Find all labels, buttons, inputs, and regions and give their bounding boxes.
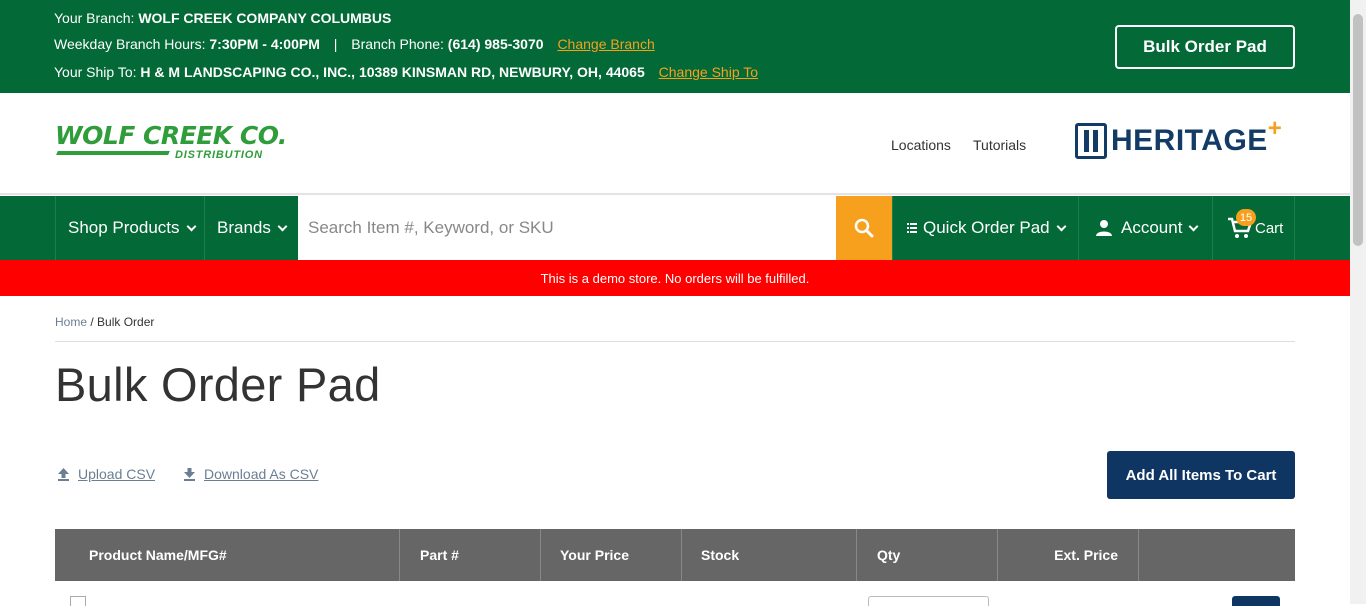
breadcrumb: Home / Bulk Order — [55, 315, 154, 329]
row-action-button[interactable] — [1232, 596, 1280, 606]
quick-order-label: Quick Order Pad — [923, 218, 1050, 237]
chevron-down-icon — [1056, 221, 1067, 231]
hours-line: Weekday Branch Hours: 7:30PM - 4:00PM | … — [54, 36, 655, 52]
branch-name: WOLF CREEK COMPANY COLUMBUS — [138, 10, 392, 26]
column-header: Stock — [682, 529, 857, 581]
download-csv-link[interactable]: Download As CSV — [183, 466, 318, 482]
upload-csv-label: Upload CSV — [78, 466, 156, 482]
change-ship-to-link[interactable]: Change Ship To — [659, 64, 758, 80]
quantity-stepper[interactable] — [868, 596, 989, 606]
tutorials-link[interactable]: Tutorials — [973, 137, 1026, 153]
search-button[interactable] — [836, 196, 892, 260]
search-icon — [854, 218, 874, 238]
add-all-to-cart-button[interactable]: Add All Items To Cart — [1107, 451, 1295, 499]
list-icon — [907, 223, 917, 233]
heritage-plus: + — [1267, 115, 1282, 142]
column-header: Ext. Price — [998, 529, 1139, 581]
chevron-down-icon — [1188, 221, 1199, 231]
change-branch-link[interactable]: Change Branch — [557, 36, 654, 52]
page-scrollbar[interactable] — [1350, 0, 1366, 604]
locations-link[interactable]: Locations — [891, 137, 951, 153]
phone-label: Branch Phone: — [351, 36, 444, 52]
phone-value: (614) 985-3070 — [447, 36, 544, 52]
product-image-icon — [70, 596, 86, 606]
wolf-creek-logo[interactable]: WOLF CREEK CO. DISTRIBUTION — [55, 121, 287, 162]
branch-label: Your Branch: — [54, 10, 135, 26]
user-icon — [1096, 220, 1112, 236]
upload-csv-link[interactable]: Upload CSV — [57, 466, 155, 482]
column-header: Your Price — [541, 529, 682, 581]
quick-order-pad-menu[interactable]: Quick Order Pad — [892, 196, 1079, 260]
page-title: Bulk Order Pad — [55, 358, 381, 411]
search-input[interactable] — [298, 196, 836, 260]
account-menu[interactable]: Account — [1078, 196, 1213, 260]
download-csv-label: Download As CSV — [204, 466, 319, 482]
heritage-h-icon — [1075, 123, 1107, 159]
cart-label: Cart — [1255, 219, 1284, 237]
column-header: Qty — [857, 529, 998, 581]
table-header: Product Name/MFG# Part # Your Price Stoc… — [55, 529, 1295, 581]
cart-button[interactable]: Cart — [1212, 196, 1295, 260]
chevron-down-icon — [186, 221, 196, 231]
column-header: Part # — [400, 529, 541, 581]
ship-value: H & M LANDSCAPING CO., INC., 10389 KINSM… — [140, 64, 645, 80]
hours-value: 7:30PM - 4:00PM — [209, 36, 320, 52]
demo-store-notice: This is a demo store. No orders will be … — [0, 260, 1350, 296]
heritage-logo: HERITAGE + — [1075, 115, 1282, 159]
breadcrumb-home-link[interactable]: Home — [55, 315, 87, 329]
divider — [55, 341, 1295, 342]
logo-name: WOLF CREEK CO. — [55, 121, 287, 150]
logo-sub: DISTRIBUTION — [175, 149, 263, 161]
ship-label: Your Ship To: — [54, 64, 137, 80]
brands-menu[interactable]: Brands — [204, 196, 298, 260]
upload-icon — [58, 468, 69, 481]
scrollbar-thumb[interactable] — [1353, 14, 1363, 246]
separator: | — [333, 36, 338, 52]
breadcrumb-separator: / — [90, 315, 94, 329]
logo-stripe — [56, 151, 170, 155]
main-nav: Shop Products Brands Quick Order Pad Acc… — [0, 196, 1350, 260]
breadcrumb-current: Bulk Order — [97, 315, 155, 329]
account-label: Account — [1121, 218, 1183, 237]
heritage-word: HERITAGE — [1111, 124, 1268, 157]
bulk-order-pad-button[interactable]: Bulk Order Pad — [1115, 25, 1295, 69]
site-header: WOLF CREEK CO. DISTRIBUTION Locations Tu… — [0, 93, 1350, 195]
brands-label: Brands — [217, 218, 271, 237]
chevron-down-icon — [277, 221, 288, 231]
column-header: Product Name/MFG# — [55, 529, 400, 581]
branch-info-bar: Your Branch: WOLF CREEK COMPANY COLUMBUS… — [0, 0, 1350, 93]
cart-count-badge: 15 — [1236, 209, 1256, 226]
ship-line: Your Ship To: H & M LANDSCAPING CO., INC… — [54, 64, 758, 80]
download-icon — [184, 468, 195, 481]
shop-products-menu[interactable]: Shop Products — [55, 196, 205, 260]
shop-products-label: Shop Products — [68, 218, 180, 237]
hours-label: Weekday Branch Hours: — [54, 36, 206, 52]
branch-line: Your Branch: WOLF CREEK COMPANY COLUMBUS — [54, 10, 391, 26]
